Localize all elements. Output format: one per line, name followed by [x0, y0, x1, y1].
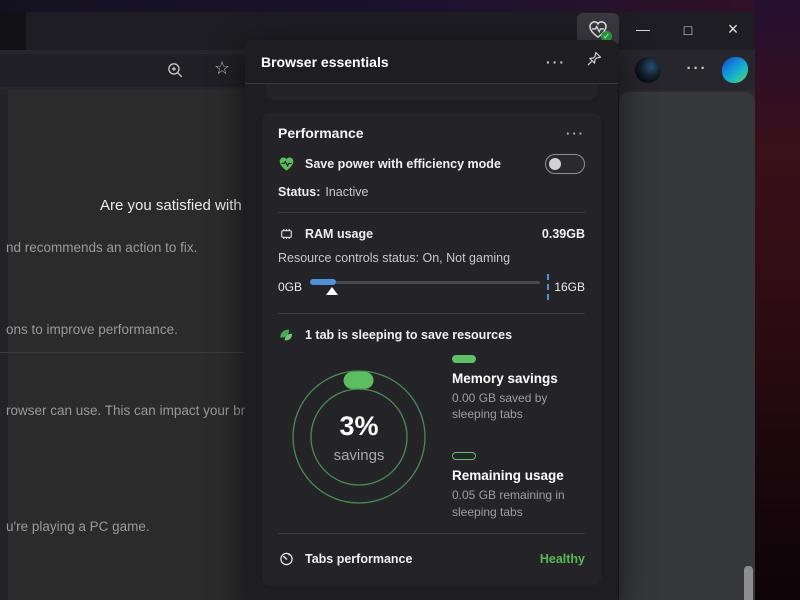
slider-track-line — [310, 281, 540, 284]
performance-more-button[interactable]: ··· — [566, 126, 585, 141]
memory-savings-desc: 0.00 GB saved by sleeping tabs — [452, 390, 584, 422]
zoom-in-icon[interactable] — [166, 61, 185, 85]
card-divider — [278, 313, 585, 314]
tabs-performance-status: Healthy — [540, 552, 585, 566]
toggle-knob — [549, 158, 561, 170]
profile-avatar[interactable] — [635, 57, 661, 83]
desktop-wallpaper-right — [755, 0, 800, 600]
slider-fill — [310, 279, 336, 285]
screen: ✓ — □ × ☆ ··· Are you satisfied with pe … — [0, 0, 800, 600]
page-text-improve: ons to improve performance. — [6, 322, 178, 337]
page-text-recommends: nd recommends an action to fix. — [6, 240, 197, 255]
popup-more-button[interactable]: ··· — [546, 54, 566, 70]
scrolled-card-edge — [266, 84, 597, 100]
remaining-usage-desc: 0.05 GB remaining in sleeping tabs — [452, 487, 584, 519]
filled-pill-icon — [452, 355, 476, 363]
titlebar-corner — [0, 12, 26, 50]
donut-caption-text: savings — [334, 447, 385, 464]
minimize-button[interactable]: — — [628, 16, 658, 46]
ram-slider[interactable]: 0GB 16GB — [278, 274, 585, 300]
browser-essentials-popup: Browser essentials ··· Performance ··· — [245, 40, 618, 600]
gauge-icon — [278, 551, 295, 567]
ram-chip-icon — [278, 226, 295, 242]
maximize-button[interactable]: □ — [673, 16, 703, 46]
savings-chart-area: 3% savings Memory savings 0.00 GB saved … — [278, 347, 585, 523]
status-value: Inactive — [325, 185, 368, 199]
ram-max-marker — [547, 274, 549, 300]
efficiency-mode-label: Save power with efficiency mode — [305, 157, 501, 171]
sidebar-pane — [619, 92, 755, 600]
donut-percent-text: 3% — [339, 411, 378, 441]
popup-header: Browser essentials ··· — [245, 40, 618, 84]
memory-savings-title: Memory savings — [452, 371, 585, 386]
ram-usage-label: RAM usage — [305, 227, 373, 241]
page-text-game: u're playing a PC game. — [6, 519, 150, 534]
resource-controls-status: Resource controls status: On, Not gaming — [278, 251, 585, 265]
outline-pill-icon — [452, 452, 476, 460]
tabs-performance-label: Tabs performance — [305, 552, 412, 566]
efficiency-heart-icon — [278, 156, 295, 172]
status-label: Status: — [278, 185, 320, 199]
ram-max-label: 16GB — [554, 280, 585, 294]
remaining-usage-title: Remaining usage — [452, 468, 585, 483]
favorites-star-icon[interactable]: ☆ — [214, 58, 230, 79]
settings-more-button[interactable]: ··· — [681, 60, 713, 77]
legend-memory-savings: Memory savings 0.00 GB saved by sleeping… — [452, 355, 585, 422]
ram-usage-value: 0.39GB — [542, 227, 585, 241]
card-divider — [278, 533, 585, 534]
page-scrollbar[interactable] — [744, 566, 753, 600]
savings-donut-chart: 3% savings — [278, 347, 440, 523]
popup-title: Browser essentials — [261, 54, 546, 70]
efficiency-mode-toggle[interactable] — [545, 154, 585, 174]
close-button[interactable]: × — [718, 16, 748, 46]
sleeping-tabs-label: 1 tab is sleeping to save resources — [305, 328, 512, 342]
pin-icon[interactable] — [586, 51, 602, 72]
page-text-impact: rowser can use. This can impact your bro… — [6, 403, 262, 418]
performance-title: Performance — [278, 125, 364, 141]
legend-remaining-usage: Remaining usage 0.05 GB remaining in sle… — [452, 452, 585, 519]
card-divider — [278, 212, 585, 213]
donut-legend: Memory savings 0.00 GB saved by sleeping… — [440, 347, 585, 523]
page-heading-text: Are you satisfied with pe — [100, 197, 263, 214]
slider-marker[interactable] — [326, 287, 338, 295]
ram-min-label: 0GB — [278, 280, 302, 294]
sleeping-leaf-icon — [278, 327, 295, 343]
ram-slider-track[interactable] — [310, 276, 540, 298]
desktop-wallpaper-top — [0, 0, 800, 12]
performance-card: Performance ··· Save power with efficien… — [262, 113, 601, 585]
